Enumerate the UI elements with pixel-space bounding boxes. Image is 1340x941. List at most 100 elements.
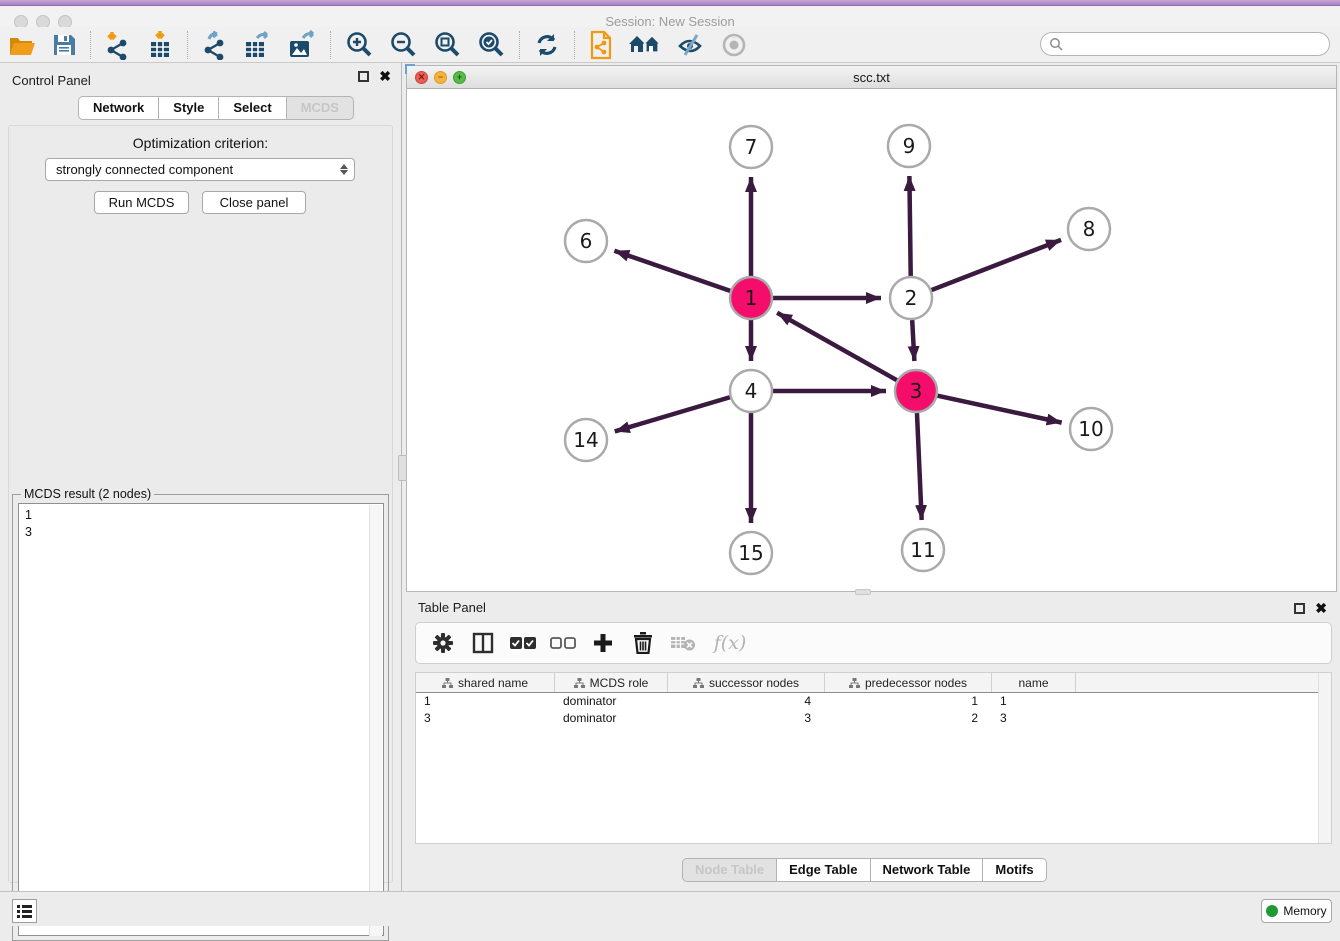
float-panel-icon[interactable]	[1294, 603, 1305, 614]
cell-shared-name[interactable]: 3	[416, 710, 555, 727]
column-header-shared-name[interactable]: shared name	[416, 673, 555, 692]
cell-successor-nodes[interactable]: 3	[668, 710, 825, 727]
memory-button[interactable]: Memory	[1261, 899, 1332, 923]
trash-icon	[633, 632, 653, 654]
plus-icon	[592, 632, 614, 654]
cell-name[interactable]: 3	[992, 710, 1076, 727]
float-panel-icon[interactable]	[358, 71, 369, 82]
graph-edge-3-11[interactable]	[917, 413, 922, 520]
save-session-button[interactable]	[44, 28, 84, 62]
run-mcds-button[interactable]: Run MCDS	[94, 191, 189, 214]
table-row[interactable]: 3 dominator 3 2 3	[416, 710, 1331, 727]
graph-node-label: 2	[905, 286, 918, 310]
tab-select[interactable]: Select	[219, 96, 286, 120]
tab-edge-table[interactable]: Edge Table	[777, 858, 870, 882]
mcds-result-list[interactable]: 1 3	[18, 503, 384, 936]
column-header-name[interactable]: name	[992, 673, 1076, 692]
graph-node-label: 8	[1083, 217, 1096, 241]
search-field[interactable]	[1040, 32, 1330, 56]
column-type-icon	[442, 678, 453, 688]
function-builder-button[interactable]: f(x)	[706, 626, 754, 660]
cell-predecessor-nodes[interactable]: 2	[825, 710, 992, 727]
zoom-out-button[interactable]	[381, 28, 425, 62]
create-column-button[interactable]	[586, 626, 620, 660]
search-input[interactable]	[1067, 37, 1329, 51]
close-panel-icon[interactable]: ✖	[1315, 603, 1327, 614]
show-task-history-button[interactable]	[12, 899, 37, 923]
tab-style[interactable]: Style	[159, 96, 219, 120]
table-panel: Table Panel ✖	[406, 595, 1337, 891]
cell-predecessor-nodes[interactable]: 1	[825, 693, 992, 710]
criterion-value: strongly connected component	[56, 162, 233, 177]
graph-edge-2-9[interactable]	[909, 176, 910, 276]
select-all-columns-button[interactable]	[506, 626, 540, 660]
show-columns-button[interactable]	[466, 626, 500, 660]
eye-slash-icon	[676, 32, 706, 58]
cell-mcds-role[interactable]: dominator	[555, 693, 668, 710]
table-settings-button[interactable]	[426, 626, 460, 660]
toolbar-separator	[574, 31, 575, 59]
graph-edge-3-1[interactable]	[777, 313, 897, 380]
zoom-fit-button[interactable]	[425, 28, 469, 62]
tab-network[interactable]: Network	[78, 96, 159, 120]
table-scrollbar[interactable]	[1318, 673, 1331, 843]
zoom-in-button[interactable]	[337, 28, 381, 62]
memory-label: Memory	[1283, 904, 1326, 918]
export-network-button[interactable]	[194, 28, 236, 62]
column-header-predecessor-nodes[interactable]: predecessor nodes	[825, 673, 992, 692]
gear-icon	[432, 632, 454, 654]
criterion-select[interactable]: strongly connected component	[45, 158, 355, 181]
table-row[interactable]: 1 dominator 4 1 1	[416, 693, 1331, 710]
tab-mcds[interactable]: MCDS	[287, 96, 354, 120]
control-panel: Control Panel ✖ Network Style Select MCD…	[0, 63, 401, 891]
result-line: 3	[25, 524, 377, 541]
memory-status-icon	[1266, 905, 1278, 917]
column-header-successor-nodes[interactable]: successor nodes	[668, 673, 825, 692]
tab-network-table[interactable]: Network Table	[871, 858, 984, 882]
graph-edge-2-3[interactable]	[912, 320, 914, 361]
save-icon	[51, 32, 77, 58]
network-canvas[interactable]: 7968124314101511	[407, 89, 1336, 591]
column-header-mcds-role[interactable]: MCDS role	[555, 673, 668, 692]
close-panel-button[interactable]: Close panel	[202, 191, 306, 214]
graph-edge-1-6[interactable]	[614, 251, 730, 291]
import-table-button[interactable]	[139, 28, 181, 62]
open-file-button[interactable]	[0, 28, 44, 62]
export-table-button[interactable]	[236, 28, 280, 62]
unselect-all-columns-button[interactable]	[546, 626, 580, 660]
network-view-window[interactable]: ✕ − + scc.txt 7968124314101511	[406, 65, 1337, 592]
delete-column-button[interactable]	[626, 626, 660, 660]
graph-edge-3-10[interactable]	[937, 396, 1061, 423]
new-network-from-selection-button[interactable]	[581, 28, 621, 62]
cell-successor-nodes[interactable]: 4	[668, 693, 825, 710]
table-panel-title: Table Panel	[418, 600, 486, 615]
cell-name[interactable]: 1	[992, 693, 1076, 710]
graph-node-label: 9	[903, 134, 916, 158]
graph-node-label: 10	[1078, 417, 1103, 441]
zoom-selected-button[interactable]	[469, 28, 513, 62]
table-header-row: shared name MCDS role successor nodes pr…	[416, 673, 1331, 693]
close-panel-icon[interactable]: ✖	[379, 71, 391, 82]
open-folder-icon	[7, 32, 37, 58]
node-table[interactable]: shared name MCDS role successor nodes pr…	[415, 672, 1332, 844]
toolbar-separator	[90, 31, 91, 59]
graph-edge-2-8[interactable]	[932, 240, 1062, 290]
column-type-icon	[849, 678, 860, 688]
graph-node-label: 6	[580, 229, 593, 253]
first-neighbors-button[interactable]	[621, 28, 669, 62]
network-window-titlebar: ✕ − + scc.txt	[407, 66, 1336, 89]
import-network-button[interactable]	[97, 28, 139, 62]
graph-edge-4-14[interactable]	[615, 397, 730, 431]
result-scrollbar[interactable]	[369, 505, 382, 936]
cell-shared-name[interactable]: 1	[416, 693, 555, 710]
tab-node-table[interactable]: Node Table	[682, 858, 777, 882]
hide-selected-button[interactable]	[669, 28, 713, 62]
graph-node-label: 7	[745, 135, 758, 159]
cell-mcds-role[interactable]: dominator	[555, 710, 668, 727]
export-image-button[interactable]	[280, 28, 324, 62]
refresh-button[interactable]	[526, 28, 568, 62]
show-all-button[interactable]	[713, 28, 755, 62]
delete-table-button[interactable]	[666, 626, 700, 660]
tab-motifs[interactable]: Motifs	[983, 858, 1046, 882]
view-focus-corner	[405, 64, 415, 74]
